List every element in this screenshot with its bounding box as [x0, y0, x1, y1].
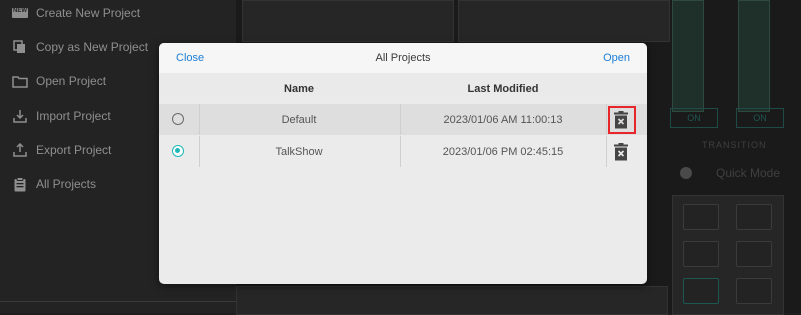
table-row[interactable]: Default 2023/01/06 AM 11:00:13 [159, 104, 647, 135]
dialog-title: All Projects [375, 52, 431, 64]
background-tile [736, 241, 772, 267]
background-tile [736, 278, 772, 304]
export-icon [12, 142, 28, 158]
column-divider [606, 104, 607, 135]
on-label: ON [753, 113, 767, 123]
project-last-modified: 2023/01/06 PM 02:45:15 [442, 146, 564, 158]
column-header-last-modified: Last Modified [467, 83, 539, 95]
background-tile [683, 278, 719, 304]
open-button[interactable]: Open [603, 52, 630, 64]
row-radio[interactable] [172, 145, 184, 157]
background-tile [683, 204, 719, 230]
sidebar-divider [0, 301, 236, 302]
background-audio-meter [738, 0, 770, 112]
table-row[interactable]: TalkShow 2023/01/06 PM 02:45:15 [159, 136, 647, 167]
background-preview-panel [458, 0, 670, 42]
column-header-name: Name [284, 83, 314, 95]
background-tile [683, 241, 719, 267]
background-toggle [680, 167, 692, 179]
row-radio[interactable] [172, 113, 184, 125]
background-quick-mode-label: Quick Mode [716, 166, 781, 180]
table-header: Name Last Modified [159, 73, 647, 103]
background-tile [736, 204, 772, 230]
folder-icon [12, 73, 28, 89]
project-last-modified: 2023/01/06 AM 11:00:13 [443, 114, 563, 126]
sidebar-item-label: Copy as New Project [36, 40, 149, 54]
on-label: ON [687, 113, 701, 123]
sidebar-item-label: Import Project [36, 109, 111, 123]
background-transition-label: TRANSITION [702, 140, 767, 150]
background-preview-panel [242, 0, 454, 42]
copy-icon [12, 39, 28, 55]
import-icon [12, 108, 28, 124]
sidebar-item-label: Create New Project [36, 6, 141, 20]
background-audio-meter [672, 0, 704, 112]
dialog-header: Close All Projects Open [159, 43, 647, 73]
background-on-button: ON [670, 108, 718, 128]
sidebar-item-create-new-project[interactable]: NEW Create New Project [0, 0, 236, 30]
sidebar-item-label: All Projects [36, 177, 97, 191]
new-badge-icon: NEW [12, 5, 28, 21]
background-on-button: ON [736, 108, 784, 128]
sidebar-item-label: Export Project [36, 143, 112, 157]
project-name: TalkShow [275, 146, 323, 158]
column-divider [606, 136, 607, 167]
delete-highlight-box [608, 106, 636, 134]
new-badge-text: NEW [13, 8, 27, 14]
all-projects-dialog: Close All Projects Open Name Last Modifi… [159, 43, 647, 284]
trash-icon[interactable] [614, 143, 628, 161]
clipboard-icon [12, 176, 28, 192]
background-bottom-bar [236, 286, 668, 315]
project-name: Default [281, 114, 317, 126]
sidebar-item-label: Open Project [36, 74, 107, 88]
